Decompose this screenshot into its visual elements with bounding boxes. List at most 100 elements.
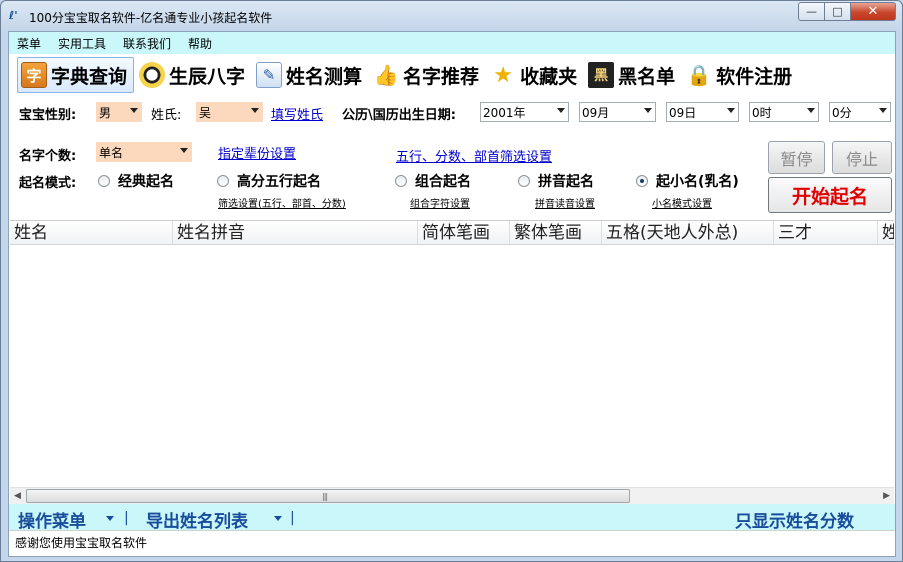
menu-item-contact[interactable]: 联系我们 xyxy=(123,35,171,52)
column-header-more[interactable]: 姓 xyxy=(878,221,894,244)
radio-icon xyxy=(217,175,229,187)
column-header-pinyin[interactable]: 姓名拼音 xyxy=(173,221,418,244)
show-score-only-button[interactable]: 只显示姓名分数 xyxy=(735,507,854,532)
chevron-down-icon xyxy=(106,516,114,521)
status-bar: 感谢您使用宝宝取名软件 xyxy=(9,530,895,556)
app-window: ℓ' 100分宝宝取名软件-亿名通专业小孩起名软件 — □ ✕ 菜单 实用工具 … xyxy=(0,0,903,562)
blacklist-icon: 黑 xyxy=(588,62,615,88)
bottom-action-bar: 操作菜单 | 导出姓名列表 | 只显示姓名分数 xyxy=(9,504,895,532)
month-select[interactable]: 09月 xyxy=(579,102,656,122)
name-count-select[interactable]: 单名 xyxy=(96,142,192,162)
combo-settings-link[interactable]: 组合字符设置 xyxy=(410,195,470,210)
column-header-simplified-strokes[interactable]: 简体笔画 xyxy=(418,221,510,244)
close-button[interactable]: ✕ xyxy=(851,2,896,21)
gender-select[interactable]: 男 xyxy=(96,102,142,122)
radio-checked-icon xyxy=(636,175,648,187)
chevron-down-icon xyxy=(274,516,282,521)
minimize-button[interactable]: — xyxy=(798,2,825,21)
menu-item-menu[interactable]: 菜单 xyxy=(17,35,41,52)
menu-item-tools[interactable]: 实用工具 xyxy=(58,35,106,52)
mode-combo-label: 组合起名 xyxy=(415,174,471,190)
mode-wuxing-label: 高分五行起名 xyxy=(237,174,321,190)
column-header-sancai[interactable]: 三才 xyxy=(774,221,878,244)
measure-icon: ✎ xyxy=(256,62,283,88)
surname-value: 吴 xyxy=(199,105,212,120)
name-test-button[interactable]: ✎ 姓名测算 xyxy=(253,57,368,93)
birthdate-label: 公历\国历出生日期: xyxy=(342,108,456,123)
grip-icon: ||| xyxy=(322,492,328,501)
recommend-label: 名字推荐 xyxy=(403,65,480,88)
star-icon: ★ xyxy=(493,62,513,88)
gender-value: 男 xyxy=(99,105,112,120)
start-naming-button[interactable]: 开始起名 xyxy=(768,177,892,213)
favorites-button[interactable]: ★ 收藏夹 xyxy=(487,57,583,93)
mode-nickname-label: 起小名(乳名) xyxy=(656,174,739,190)
scroll-left-icon[interactable]: ◀ xyxy=(14,491,21,501)
chevron-down-icon xyxy=(557,108,565,113)
recommend-button[interactable]: 👍 名字推荐 xyxy=(370,57,485,93)
bagua-icon xyxy=(139,62,166,88)
chevron-down-icon xyxy=(251,108,259,113)
maximize-button[interactable]: □ xyxy=(825,2,851,21)
results-table[interactable]: 姓名 姓名拼音 简体笔画 繁体笔画 五格(天地人外总) 三才 姓 xyxy=(10,220,894,504)
scroll-right-icon[interactable]: ▶ xyxy=(883,491,890,501)
month-value: 09月 xyxy=(582,105,610,120)
column-header-name[interactable]: 姓名 xyxy=(10,221,173,244)
stop-button[interactable]: 停止 xyxy=(832,141,892,174)
surname-label: 姓氏: xyxy=(151,108,182,123)
mode-combo-radio[interactable]: 组合起名 xyxy=(395,171,471,191)
fill-surname-link[interactable]: 填写姓氏 xyxy=(271,104,323,123)
toolbar: 字 字典查询 生辰八字 ✎ 姓名测算 👍 名字推荐 ★ 收藏夹 黑 黑名单 🔒 … xyxy=(9,54,895,96)
bazi-label: 生辰八字 xyxy=(169,65,246,88)
chevron-down-icon xyxy=(879,108,887,113)
mode-nickname-radio[interactable]: 起小名(乳名) xyxy=(636,171,739,191)
filter-settings-link[interactable]: 五行、分数、部首筛选设置 xyxy=(396,146,552,165)
chevron-down-icon xyxy=(180,148,188,153)
pinyin-settings-link[interactable]: 拼音读音设置 xyxy=(535,195,595,210)
title-bar[interactable]: ℓ' 100分宝宝取名软件-亿名通专业小孩起名软件 — □ ✕ xyxy=(1,1,902,31)
table-header: 姓名 姓名拼音 简体笔画 繁体笔画 五格(天地人外总) 三才 姓 xyxy=(10,221,894,245)
pause-button[interactable]: 暂停 xyxy=(768,141,825,174)
chevron-down-icon xyxy=(807,108,815,113)
chevron-down-icon xyxy=(130,108,138,113)
window-controls: — □ ✕ xyxy=(798,2,896,21)
export-list-button[interactable]: 导出姓名列表 xyxy=(146,507,248,532)
mode-pinyin-label: 拼音起名 xyxy=(538,174,594,190)
mode-classic-radio[interactable]: 经典起名 xyxy=(98,171,174,191)
hour-select[interactable]: 0时 xyxy=(749,102,819,122)
operations-menu-button[interactable]: 操作菜单 xyxy=(18,507,86,532)
dictionary-label: 字典查询 xyxy=(51,65,128,88)
dictionary-button[interactable]: 字 字典查询 xyxy=(17,57,135,93)
year-value: 2001年 xyxy=(483,105,526,120)
scrollbar-thumb[interactable]: ||| xyxy=(26,489,630,503)
register-button[interactable]: 🔒 软件注册 xyxy=(683,57,798,93)
name-count-value: 单名 xyxy=(99,145,124,160)
radio-icon xyxy=(518,175,530,187)
mode-wuxing-radio[interactable]: 高分五行起名 xyxy=(217,171,321,191)
radio-icon xyxy=(98,175,110,187)
separator: | xyxy=(124,510,129,526)
menu-bar: 菜单 实用工具 联系我们 帮助 xyxy=(9,32,895,54)
generation-link[interactable]: 指定辈份设置 xyxy=(218,143,296,162)
window-title: 100分宝宝取名软件-亿名通专业小孩起名软件 xyxy=(29,11,273,25)
wuxing-filter-link[interactable]: 筛选设置(五行、部首、分数) xyxy=(218,195,346,210)
hour-value: 0时 xyxy=(752,105,772,120)
surname-select[interactable]: 吴 xyxy=(196,102,263,122)
minute-select[interactable]: 0分 xyxy=(829,102,891,122)
mode-classic-label: 经典起名 xyxy=(118,174,174,190)
client-area: 菜单 实用工具 联系我们 帮助 字 字典查询 生辰八字 ✎ 姓名测算 👍 名字推… xyxy=(8,31,896,557)
favorites-label: 收藏夹 xyxy=(520,65,578,88)
column-header-traditional-strokes[interactable]: 繁体笔画 xyxy=(510,221,602,244)
blacklist-button[interactable]: 黑 黑名单 xyxy=(585,57,681,93)
day-value: 09日 xyxy=(669,105,697,120)
separator: | xyxy=(290,510,295,526)
day-select[interactable]: 09日 xyxy=(666,102,739,122)
register-label: 软件注册 xyxy=(716,65,793,88)
horizontal-scrollbar[interactable]: ◀ ||| ▶ xyxy=(10,487,894,504)
mode-pinyin-radio[interactable]: 拼音起名 xyxy=(518,171,594,191)
column-header-wuge[interactable]: 五格(天地人外总) xyxy=(602,221,774,244)
bazi-button[interactable]: 生辰八字 xyxy=(136,57,251,93)
nickname-settings-link[interactable]: 小名模式设置 xyxy=(652,195,712,210)
year-select[interactable]: 2001年 xyxy=(480,102,569,122)
menu-item-help[interactable]: 帮助 xyxy=(188,35,212,52)
